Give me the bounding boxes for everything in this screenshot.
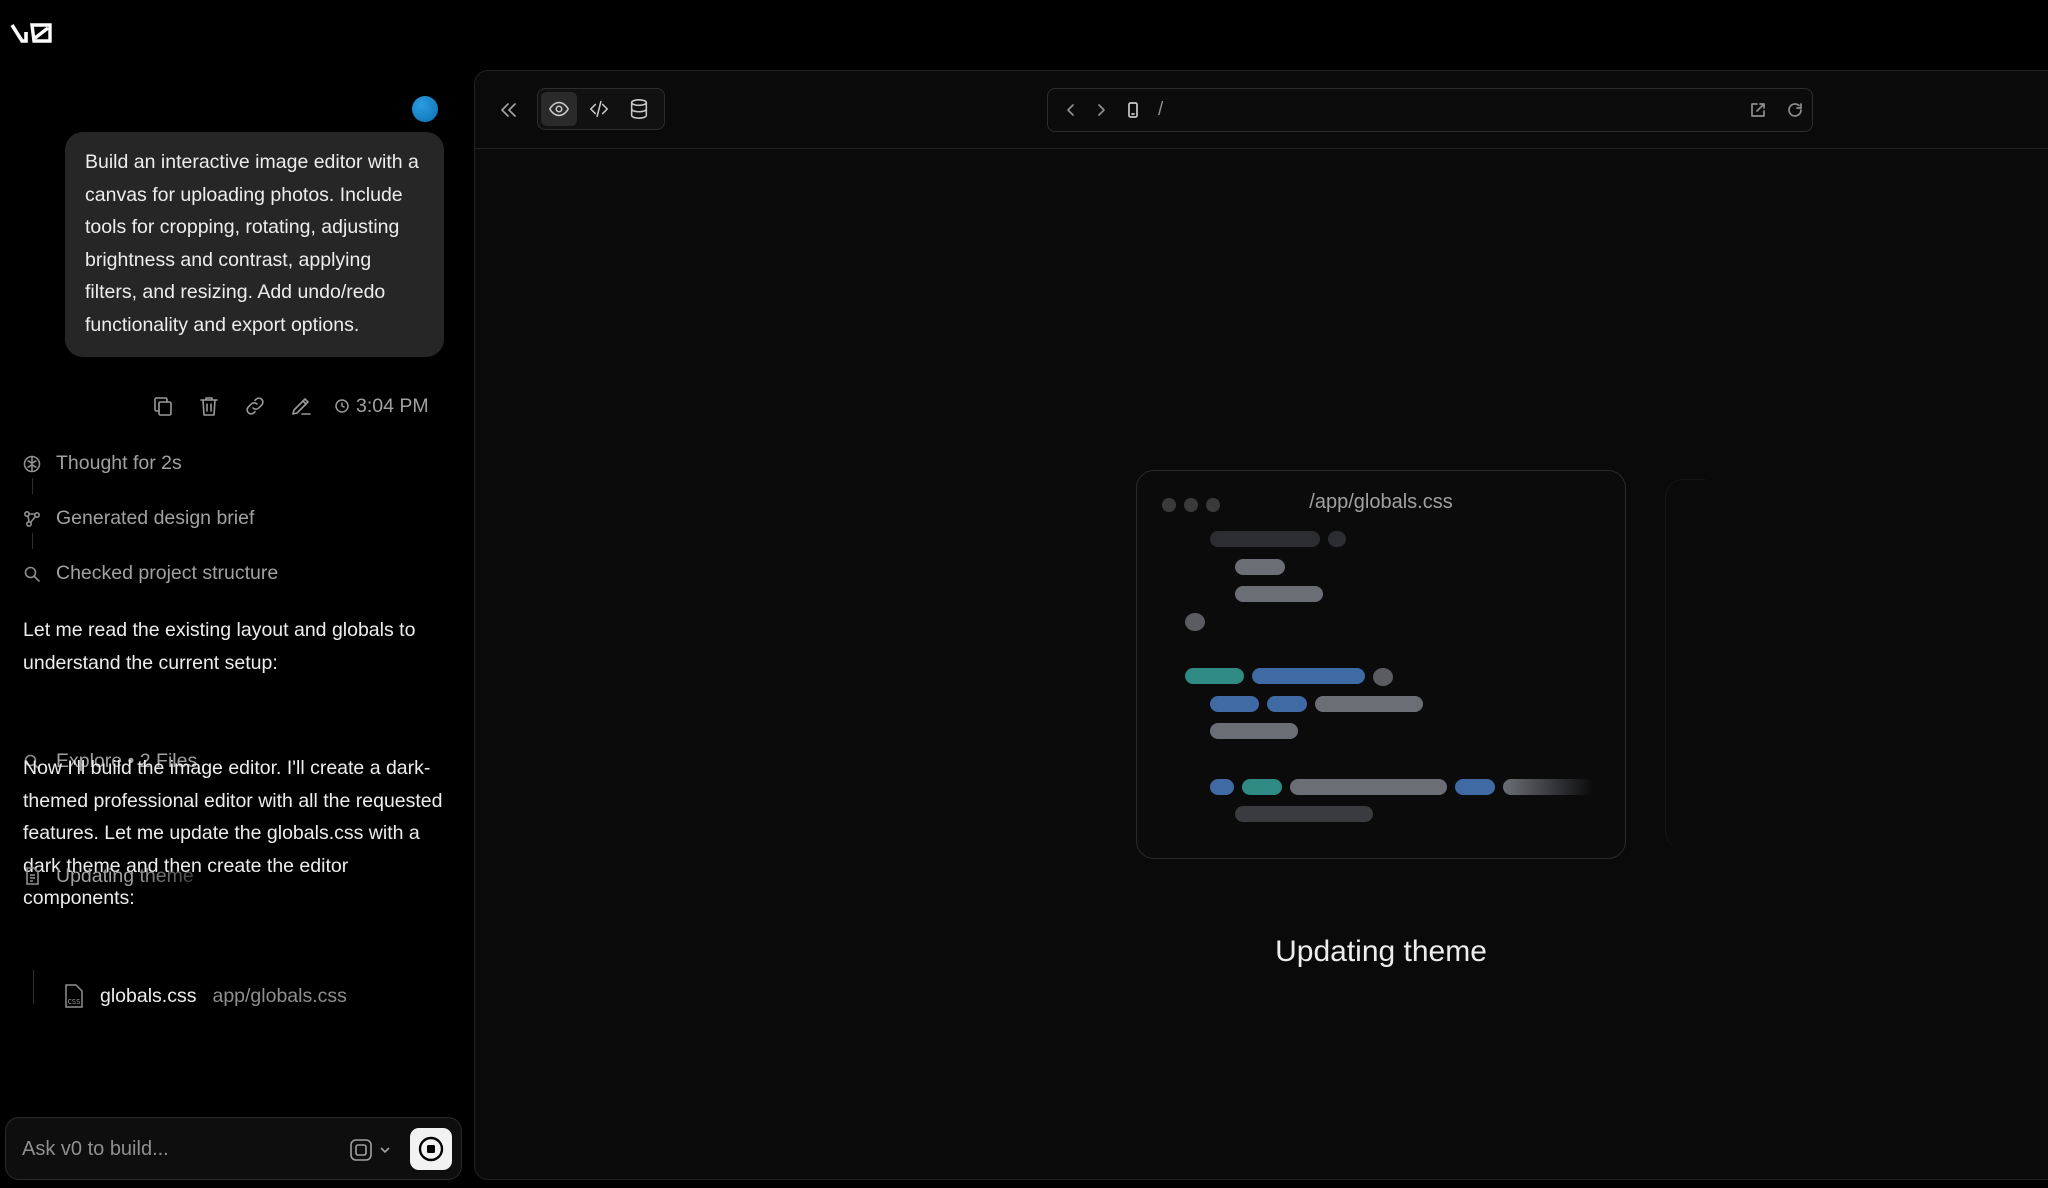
refresh-button[interactable] xyxy=(1784,99,1806,121)
tree-connector xyxy=(33,970,34,1004)
code-line-placeholder xyxy=(1328,531,1346,547)
file-name: globals.css xyxy=(100,984,197,1007)
stop-button[interactable] xyxy=(410,1128,452,1170)
code-line-placeholder xyxy=(1235,559,1285,575)
updating-label: Updating theme xyxy=(56,864,194,887)
workflow-icon xyxy=(23,510,41,527)
code-icon xyxy=(589,100,609,118)
step-label: Thought for 2s xyxy=(56,452,182,474)
chevron-down-icon xyxy=(380,1147,390,1154)
next-file-card xyxy=(1665,479,1705,849)
code-line-placeholder xyxy=(1315,696,1423,712)
open-in-new-tab-button[interactable] xyxy=(1747,99,1769,121)
message-timestamp: 3:04 PM xyxy=(334,395,429,418)
step-label: Checked project structure xyxy=(56,562,279,584)
chevron-right-icon xyxy=(1098,104,1105,116)
file-path: app/globals.css xyxy=(212,984,347,1007)
step-connector xyxy=(32,533,33,549)
chevrons-left-icon xyxy=(501,103,516,117)
updating-theme-step[interactable]: Updating theme xyxy=(22,856,194,896)
refresh-icon xyxy=(1788,103,1802,117)
step-project-structure[interactable]: Checked project structure xyxy=(22,546,452,601)
user-message-bubble: Build an interactive image editor with a… xyxy=(65,132,444,357)
step-connector xyxy=(32,478,33,494)
code-line-placeholder xyxy=(1210,723,1298,739)
preview-tab[interactable] xyxy=(541,92,577,126)
prompt-input[interactable] xyxy=(22,1133,342,1165)
collapse-chat-button[interactable] xyxy=(495,96,523,124)
eye-icon xyxy=(549,101,569,117)
view-toggle xyxy=(537,88,665,130)
edit-icon[interactable] xyxy=(288,393,314,419)
assistant-message-1: Let me read the existing layout and glob… xyxy=(23,619,416,674)
code-line-placeholder xyxy=(1185,613,1205,631)
database-icon xyxy=(630,99,648,119)
external-link-icon xyxy=(1751,103,1765,117)
message-actions: 3:04 PM xyxy=(150,390,429,422)
prompt-composer xyxy=(5,1117,462,1180)
code-line-placeholder xyxy=(1267,696,1307,712)
code-preview-card: /app/globals.css xyxy=(1136,470,1626,859)
code-line-placeholder xyxy=(1210,531,1320,547)
copy-icon[interactable] xyxy=(150,393,176,419)
code-line-placeholder xyxy=(1242,779,1282,795)
link-icon[interactable] xyxy=(242,393,268,419)
card-file-path: /app/globals.css xyxy=(1309,491,1453,513)
chat-panel: Build an interactive image editor with a… xyxy=(0,70,470,1188)
search-icon xyxy=(24,566,40,582)
code-line-placeholder xyxy=(1235,586,1323,602)
css-file-icon: CSS xyxy=(65,984,83,1008)
step-design-brief[interactable]: Generated design brief xyxy=(22,491,452,546)
thinking-steps: Thought for 2s Generated design brief Ch… xyxy=(22,436,452,601)
mobile-device-icon xyxy=(1128,102,1138,118)
device-button[interactable] xyxy=(1122,99,1144,121)
brain-icon xyxy=(23,455,41,472)
code-line-placeholder xyxy=(1252,668,1365,684)
back-button[interactable] xyxy=(1060,99,1082,121)
user-avatar[interactable] xyxy=(412,96,438,122)
code-line-placeholder xyxy=(1210,779,1234,795)
svg-text:CSS: CSS xyxy=(68,998,81,1006)
code-tab[interactable] xyxy=(581,92,617,126)
forward-button[interactable] xyxy=(1090,99,1112,121)
v0-logo[interactable] xyxy=(10,20,56,46)
clock-icon xyxy=(335,399,349,413)
user-message-text: Build an interactive image editor with a… xyxy=(85,151,419,336)
file-item[interactable]: CSS globals.css app/globals.css xyxy=(62,976,347,1016)
database-tab[interactable] xyxy=(621,92,657,126)
step-label: Generated design brief xyxy=(56,507,255,529)
model-selector[interactable] xyxy=(348,1135,404,1165)
timestamp-text: 3:04 PM xyxy=(356,394,429,417)
preview-panel: / /app/globals.css Updating theme xyxy=(474,70,2048,1180)
preview-toolbar: / xyxy=(475,71,2048,149)
code-line-placeholder xyxy=(1455,779,1495,795)
code-line-placeholder xyxy=(1185,668,1244,684)
code-line-placeholder xyxy=(1373,668,1393,686)
url-path[interactable]: / xyxy=(1158,99,1163,121)
url-bar: / xyxy=(1047,88,1813,132)
code-line-placeholder xyxy=(1235,806,1373,822)
model-chip-icon xyxy=(350,1139,372,1161)
code-line-placeholder xyxy=(1290,779,1447,795)
preview-status: Updating theme xyxy=(1275,935,1487,968)
code-line-placeholder xyxy=(1503,779,1593,795)
step-thought[interactable]: Thought for 2s xyxy=(22,436,452,491)
code-line-placeholder xyxy=(1210,696,1259,712)
trash-icon[interactable] xyxy=(196,393,222,419)
document-icon xyxy=(26,867,39,885)
chevron-left-icon xyxy=(1067,104,1074,116)
stop-icon xyxy=(418,1136,444,1162)
